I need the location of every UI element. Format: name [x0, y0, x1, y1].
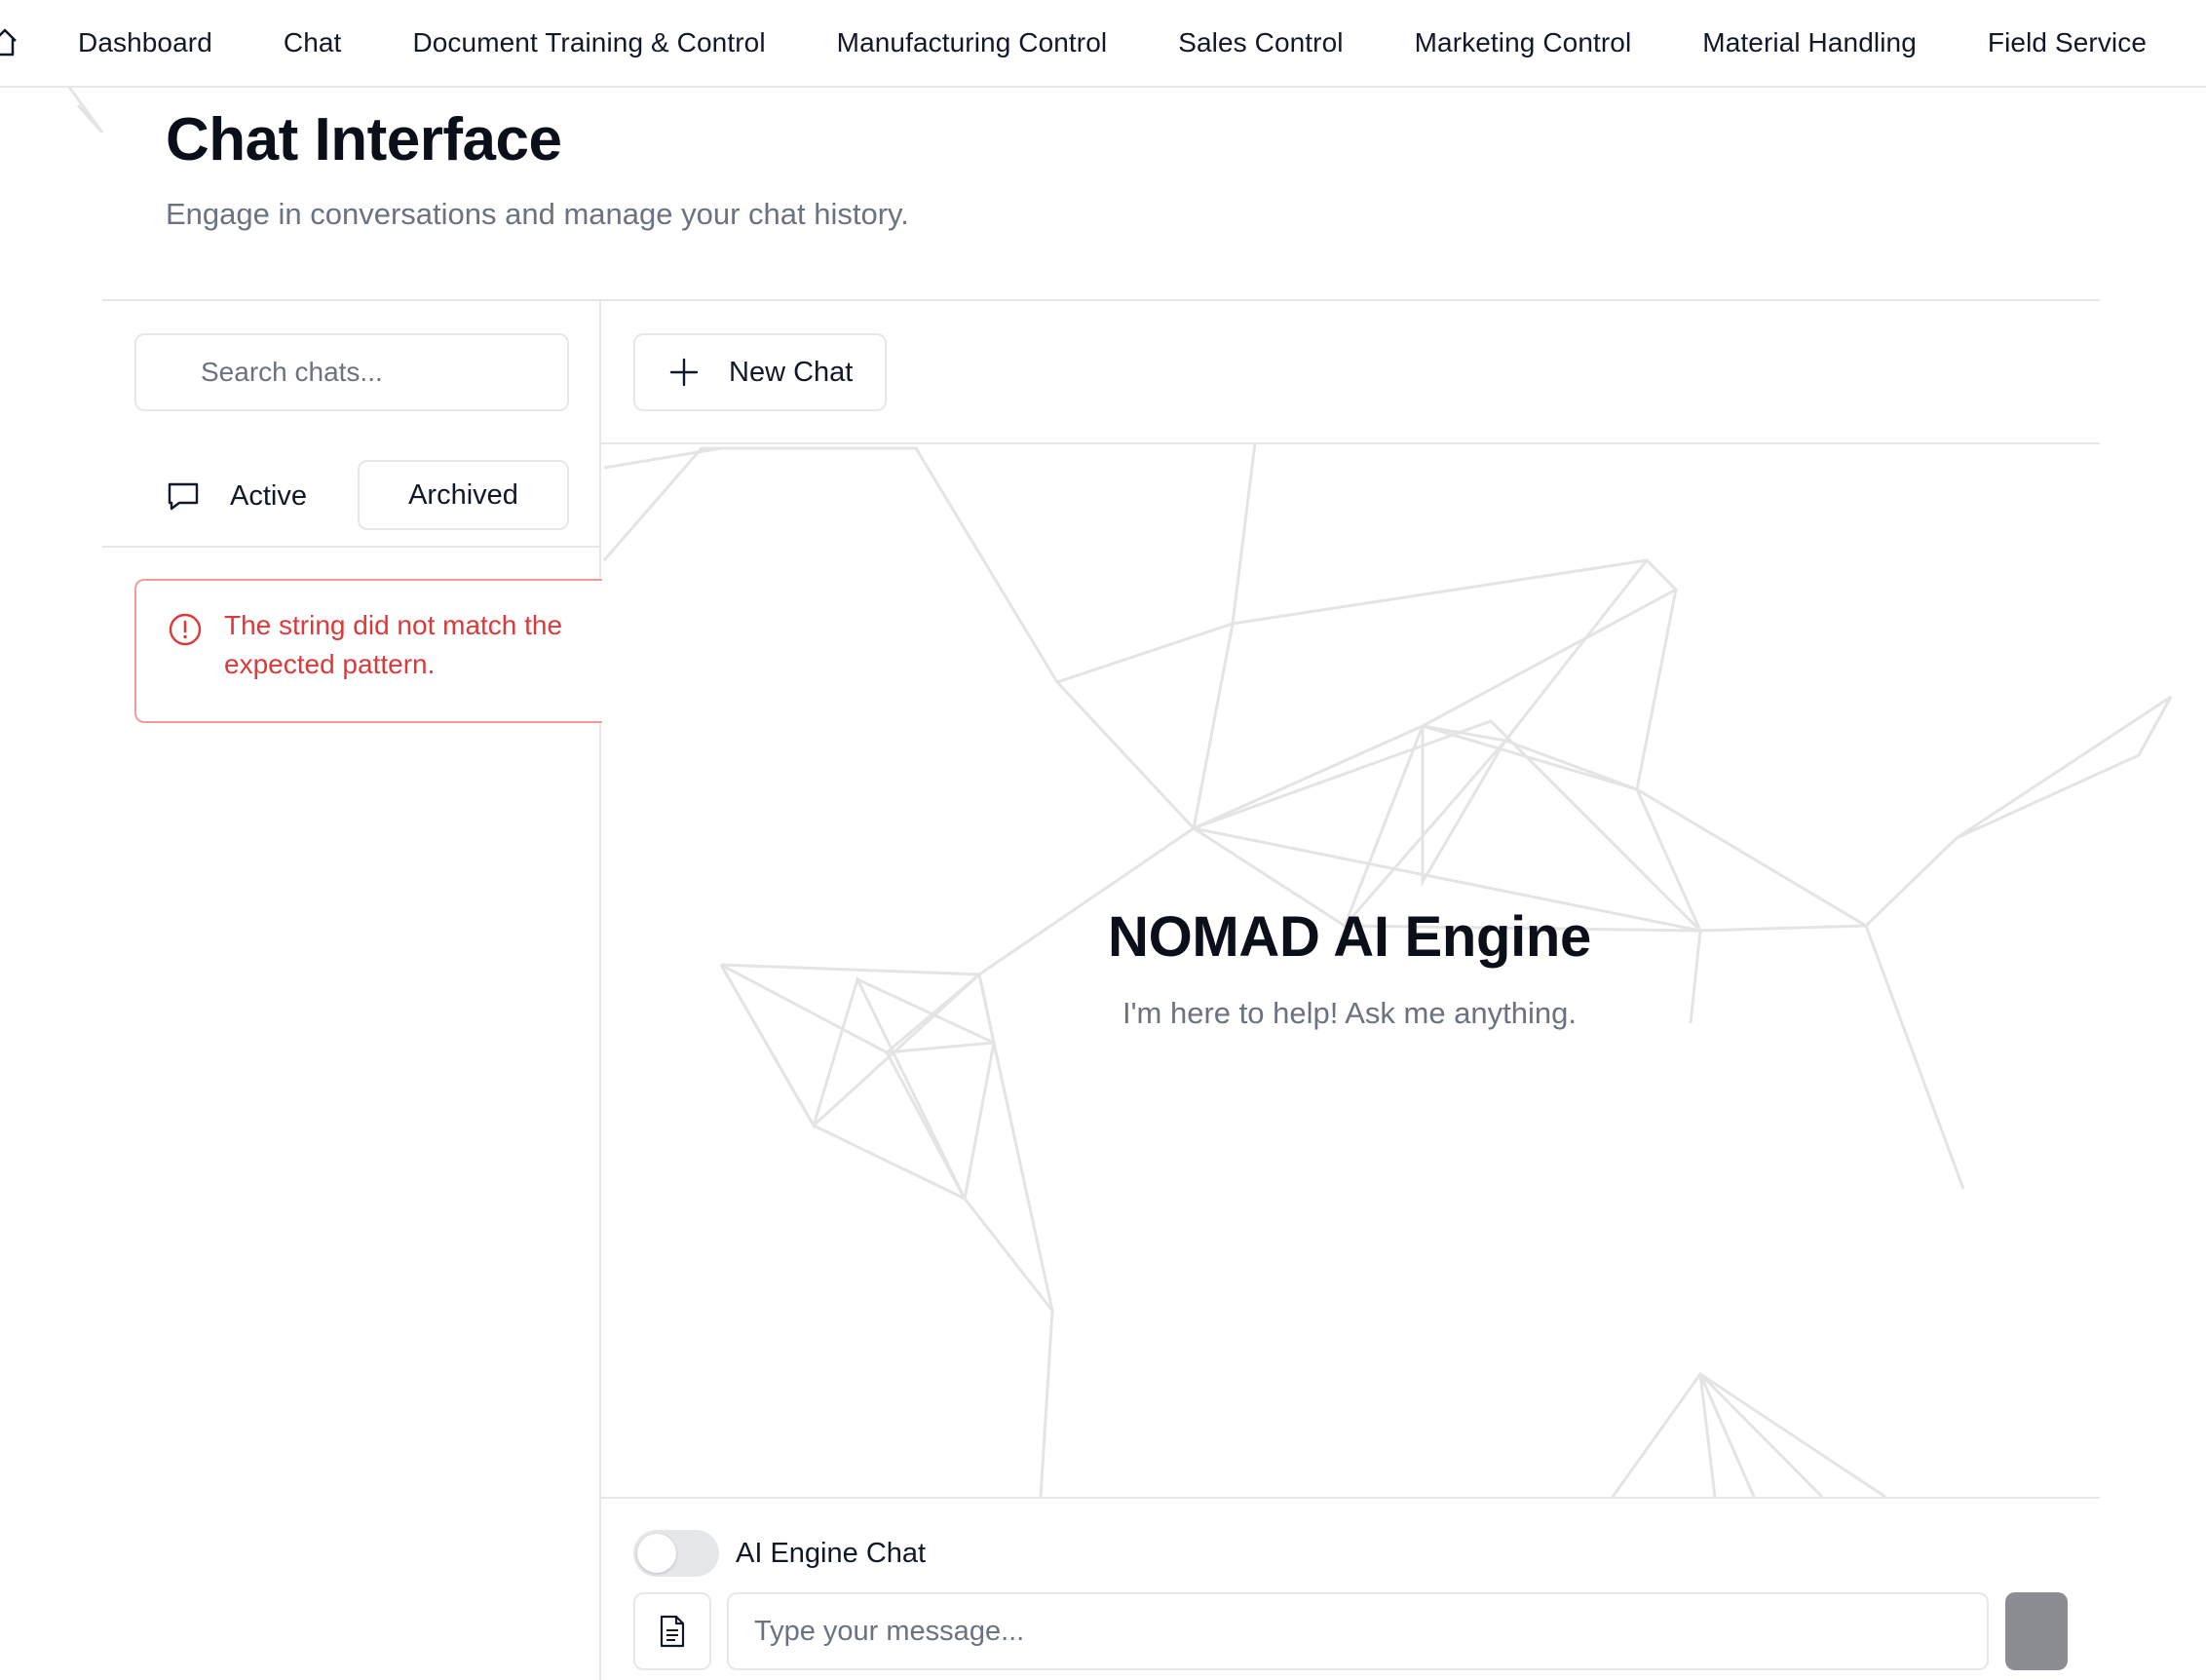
send-button[interactable]: [2005, 1592, 2068, 1670]
nav-item-chat[interactable]: Chat: [284, 27, 342, 58]
toggle-knob: [637, 1534, 676, 1573]
nav-item-dashboard[interactable]: Dashboard: [78, 27, 212, 58]
tabs-divider: [102, 546, 599, 548]
nav-item-manufacturing-control[interactable]: Manufacturing Control: [837, 27, 1108, 58]
nav-item-field-service[interactable]: Field Service: [1988, 27, 2147, 58]
new-chat-label: New Chat: [729, 356, 854, 388]
tab-archived[interactable]: Archived: [358, 460, 569, 530]
attach-document-button[interactable]: [633, 1592, 711, 1670]
tab-active[interactable]: Active: [166, 476, 307, 516]
home-icon[interactable]: [0, 27, 18, 57]
message-square-icon: [168, 482, 199, 511]
network-background: [66, 0, 2173, 1499]
tab-active-label: Active: [230, 479, 307, 512]
app-root: Dashboard Chat Document Training & Contr…: [0, 0, 2206, 1680]
nav-item-document-training[interactable]: Document Training & Control: [412, 27, 765, 58]
page-subtitle: Engage in conversations and manage your …: [166, 197, 909, 231]
alert-circle-icon: [169, 613, 202, 646]
chat-panel-top-border: [102, 299, 2100, 301]
engine-subtitle: I'm here to help! Ask me anything.: [1122, 996, 1577, 1030]
error-alert: The string did not match the expected pa…: [134, 579, 602, 723]
sidebar-divider: [599, 301, 601, 1680]
nav-item-material-handling[interactable]: Material Handling: [1702, 27, 1917, 58]
toolbar-divider: [601, 442, 2100, 444]
nav-items: Dashboard Chat Document Training & Contr…: [78, 0, 2206, 86]
file-text-icon: [660, 1615, 685, 1648]
error-message: The string did not match the expected pa…: [224, 610, 563, 679]
ai-engine-toggle-label: AI Engine Chat: [736, 1538, 927, 1569]
engine-title: NOMAD AI Engine: [1107, 905, 1591, 969]
page-title: Chat Interface: [166, 106, 562, 173]
composer-divider: [601, 1497, 2100, 1499]
nav-item-sales-control[interactable]: Sales Control: [1178, 27, 1343, 58]
nav-item-marketing-control[interactable]: Marketing Control: [1415, 27, 1632, 58]
ai-engine-toggle[interactable]: [633, 1530, 719, 1577]
top-navigation: Dashboard Chat Document Training & Contr…: [0, 0, 2206, 88]
search-chats-input[interactable]: [134, 333, 569, 411]
message-input[interactable]: [727, 1592, 1989, 1670]
plus-icon: [669, 358, 699, 387]
new-chat-button[interactable]: New Chat: [633, 333, 887, 411]
